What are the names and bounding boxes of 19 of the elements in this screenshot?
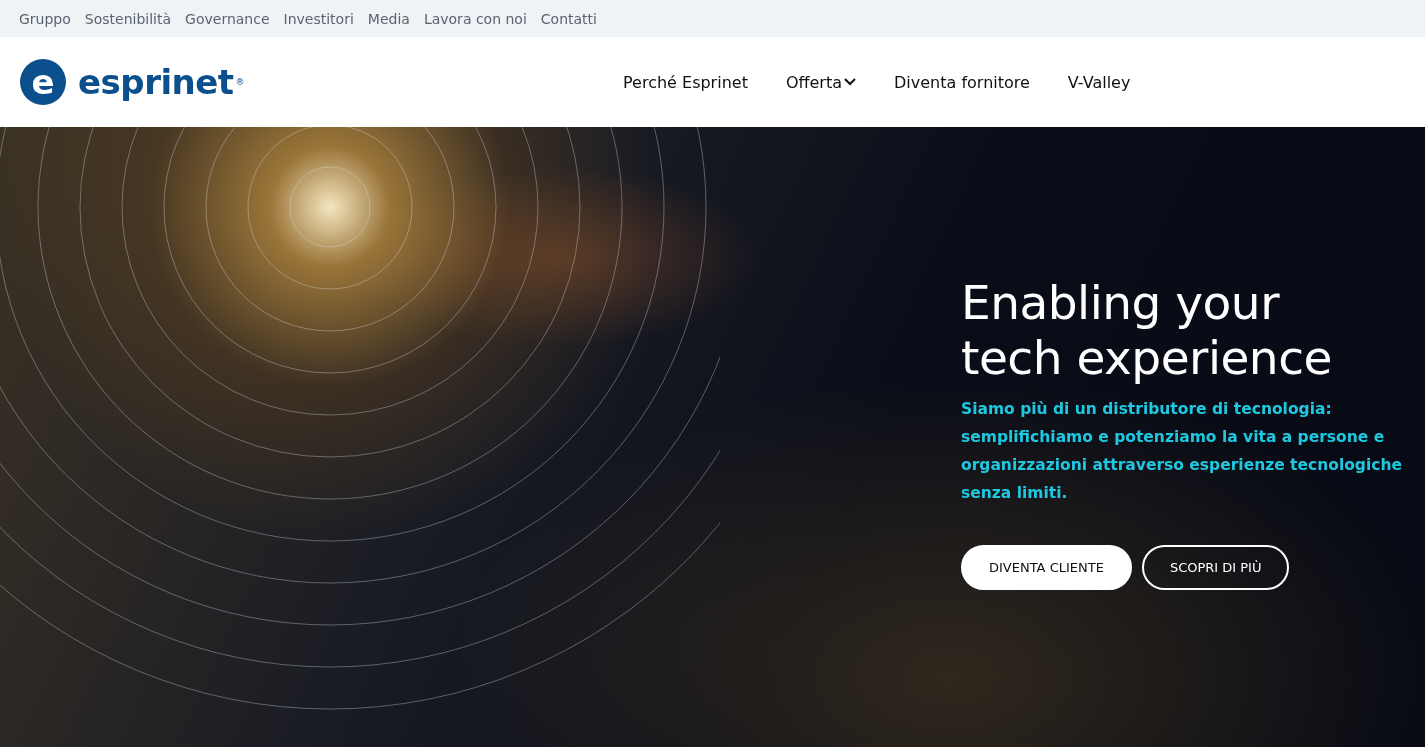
top-link[interactable]: Governance (185, 10, 270, 27)
nav-link[interactable]: Diventa fornitore (894, 72, 1030, 92)
nav-link[interactable]: V-Valley (1067, 72, 1131, 92)
hero-title: Enabling your tech experience (961, 275, 1333, 385)
registered-mark: ® (235, 77, 245, 87)
nav-link[interactable]: Perché Esprinet (623, 72, 748, 92)
top-link[interactable]: Sostenibilità (84, 10, 172, 27)
chevron-down-icon (844, 78, 857, 86)
top-link[interactable]: Media (367, 10, 410, 27)
top-link[interactable]: Investitori (283, 10, 354, 27)
logo-mark[interactable]: e (20, 59, 66, 105)
outline-button[interactable]: SCOPRI DI PIÙ (1141, 545, 1290, 590)
top-link[interactable]: Lavora con noi (423, 10, 527, 27)
top-link[interactable]: Contatti (540, 10, 597, 27)
cta-button[interactable]: DIVENTA CLIENTE (961, 545, 1132, 590)
nav-link[interactable]: Offerta (785, 72, 857, 92)
logo-wordmark[interactable]: esprinet (78, 62, 234, 102)
top-link[interactable]: Gruppo (19, 10, 71, 27)
hero-subtitle: Siamo più di un distributore di tecnologia: semplifichiamo e potenziamo la vita a persone e organizzazioni attraverso esperienze tecnologiche senza limiti. (961, 399, 1404, 504)
